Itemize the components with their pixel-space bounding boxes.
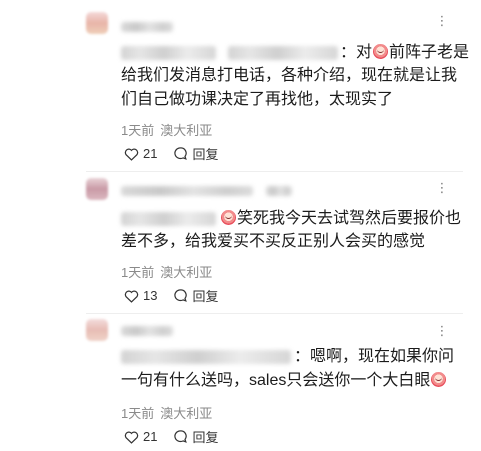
- avatar[interactable]: [86, 319, 108, 341]
- heart-outline-icon: [124, 290, 139, 303]
- timestamp: 1天前: [121, 123, 155, 138]
- avatar[interactable]: [86, 178, 108, 200]
- like-button[interactable]: 13: [124, 288, 157, 303]
- username-blurred[interactable]: [121, 326, 173, 336]
- reply-button[interactable]: 回复: [173, 286, 218, 305]
- like-button[interactable]: 21: [124, 146, 157, 161]
- crying-laughing-emoji-icon: [431, 372, 447, 387]
- timestamp: 1天前: [121, 406, 155, 421]
- comment-text-line: 给我们发消息打电话，各种介绍，现在就是让我: [121, 67, 458, 84]
- reply-target-blurred: [121, 46, 216, 60]
- reply-target-blurred: [228, 46, 338, 60]
- more-dots-icon[interactable]: ⋮: [435, 14, 449, 28]
- like-count: 21: [143, 146, 158, 161]
- crying-laughing-emoji-icon: [373, 44, 389, 59]
- divider: [86, 171, 463, 172]
- speech-bubble-icon: [174, 147, 188, 160]
- avatar[interactable]: [86, 12, 108, 34]
- heart-outline-icon: [124, 148, 139, 161]
- comment-text-line: ：嗯啊，现在如果你问: [294, 348, 455, 365]
- like-count: 21: [143, 429, 158, 444]
- username-blurred[interactable]: [266, 186, 292, 196]
- comment-text-line: 差不多，给我爱买不买反正别人会买的感觉: [121, 233, 426, 250]
- location: 澳大利亚: [160, 406, 213, 421]
- comment-text-line: 们自己做功课决定了再找他，太现实了: [121, 91, 394, 108]
- reply-label: 回复: [192, 430, 219, 445]
- location: 澳大利亚: [160, 265, 213, 280]
- comment-text-line: 笑死我今天去试驾然后要报价也: [220, 208, 461, 230]
- heart-outline-icon: [124, 431, 139, 444]
- comment-text-line: ：对 前阵子老是: [340, 44, 470, 61]
- reply-button[interactable]: 回复: [173, 144, 218, 163]
- more-dots-icon[interactable]: ⋮: [435, 324, 449, 338]
- comment-meta: 1天前 澳大利亚: [121, 403, 212, 422]
- speech-bubble-icon: [174, 289, 188, 302]
- location: 澳大利亚: [160, 123, 213, 138]
- comment-text-line: 一句有什么送吗，sales只会送你一个大白眼: [121, 370, 447, 392]
- comment-meta: 1天前 澳大利亚: [121, 262, 212, 281]
- reply-label: 回复: [192, 147, 219, 162]
- divider: [86, 313, 463, 314]
- comment-meta: 1天前 澳大利亚: [121, 120, 212, 139]
- speech-bubble-icon: [174, 430, 188, 443]
- reply-target-blurred: [121, 212, 216, 226]
- more-dots-icon[interactable]: ⋮: [435, 181, 449, 195]
- reply-label: 回复: [192, 289, 219, 304]
- reply-target-blurred: [121, 350, 291, 364]
- username-blurred[interactable]: [121, 186, 253, 196]
- username-blurred[interactable]: [121, 22, 173, 32]
- like-count: 13: [143, 288, 158, 303]
- like-button[interactable]: 21: [124, 429, 157, 444]
- crying-laughing-emoji-icon: [221, 210, 236, 225]
- timestamp: 1天前: [121, 265, 155, 280]
- reply-button[interactable]: 回复: [173, 427, 218, 446]
